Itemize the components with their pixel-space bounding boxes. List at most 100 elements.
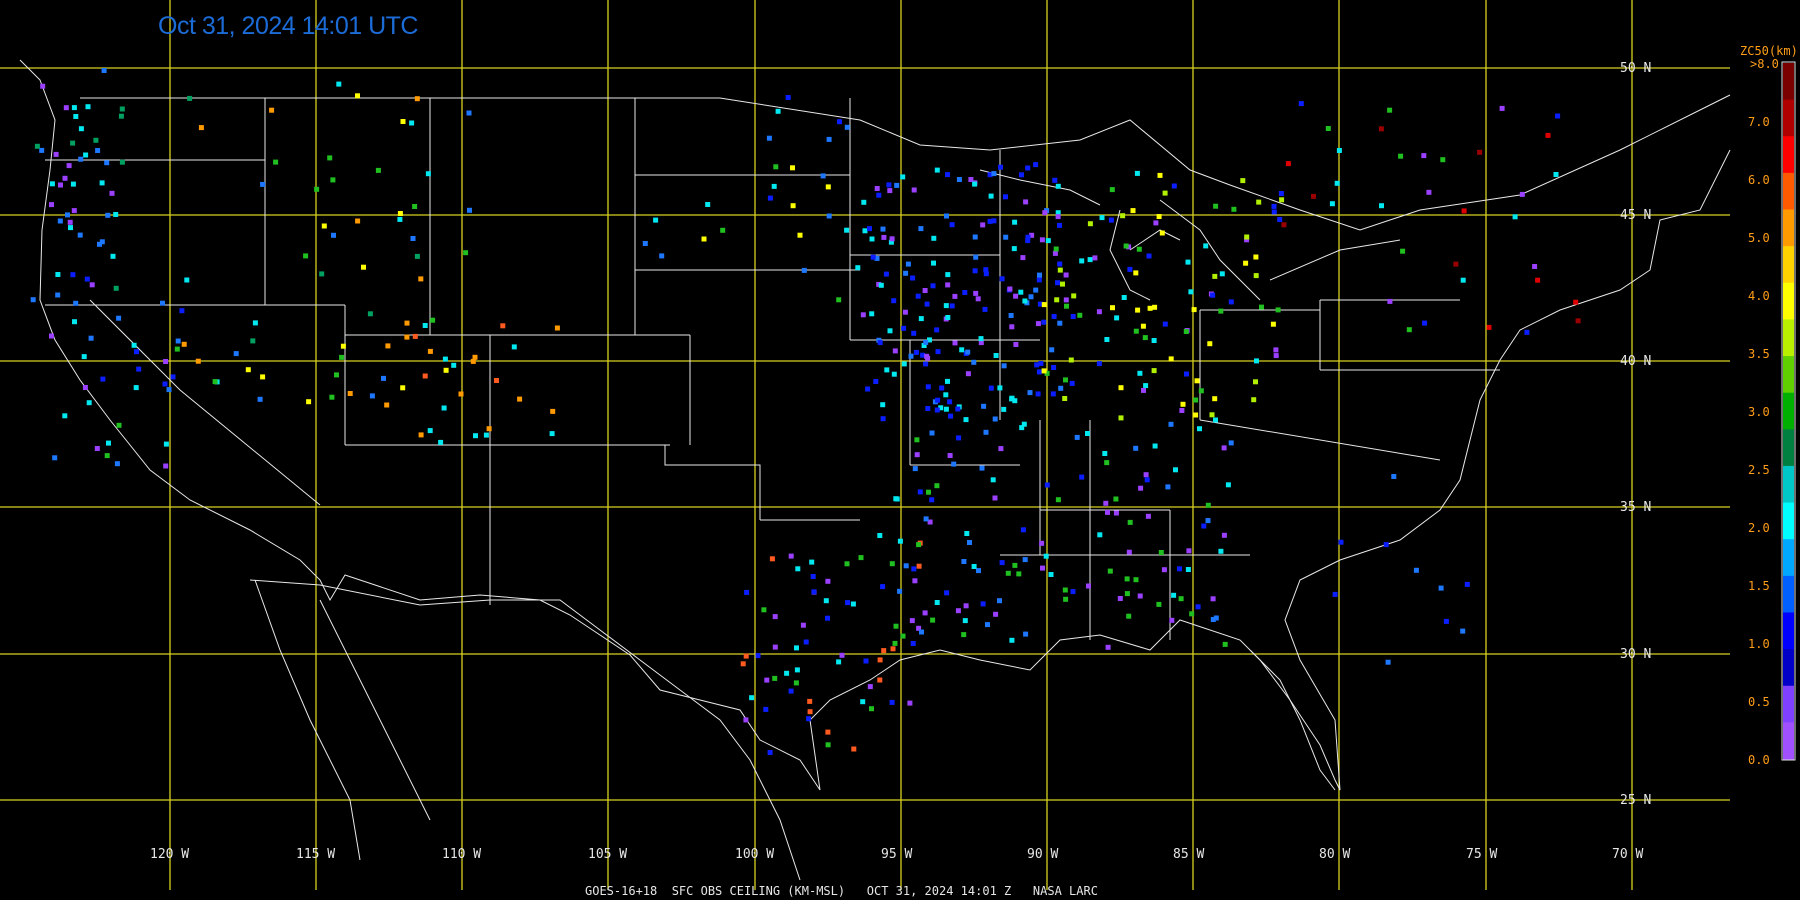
station-marker (257, 396, 263, 402)
station-marker (1338, 539, 1344, 545)
station-marker (1185, 259, 1191, 265)
station-marker (68, 225, 73, 231)
station-marker (1205, 502, 1211, 508)
station-marker (910, 275, 916, 281)
station-marker (740, 661, 746, 667)
station-marker (1018, 289, 1024, 295)
station-marker (101, 68, 107, 73)
colorbar-tick: 7.0 (1748, 115, 1770, 129)
station-marker (1253, 379, 1258, 385)
station-marker (1171, 592, 1177, 598)
station-marker (1151, 338, 1157, 343)
station-marker (999, 560, 1005, 566)
station-marker (988, 193, 994, 199)
station-marker (458, 391, 464, 397)
station-marker (944, 213, 949, 219)
station-marker (931, 235, 937, 241)
lon-label: 100 W (735, 847, 774, 862)
station-marker (1253, 254, 1259, 260)
station-marker (993, 353, 999, 358)
station-marker (642, 241, 648, 246)
station-marker (962, 290, 968, 295)
station-marker (361, 264, 366, 270)
station-marker (880, 416, 886, 422)
station-marker (806, 716, 812, 722)
station-marker (39, 147, 45, 153)
station-marker (1277, 217, 1283, 222)
station-marker (78, 156, 84, 162)
station-marker (874, 186, 880, 191)
station-marker (907, 700, 913, 706)
station-marker (1019, 425, 1025, 431)
station-marker (935, 349, 941, 355)
station-marker (1060, 281, 1065, 287)
station-marker (1039, 237, 1045, 243)
station-marker (1016, 571, 1022, 577)
station-marker (100, 376, 106, 382)
station-marker (949, 303, 955, 309)
station-marker (910, 641, 916, 646)
station-marker (961, 632, 967, 638)
station-marker (1173, 467, 1178, 473)
station-marker (414, 96, 420, 102)
station-marker (893, 623, 899, 629)
station-marker (1043, 553, 1049, 559)
station-marker (790, 165, 795, 171)
station-marker (968, 177, 974, 182)
station-marker (1185, 567, 1191, 572)
station-marker (62, 413, 68, 419)
station-marker (70, 181, 76, 187)
station-marker (1092, 255, 1098, 261)
station-marker (930, 283, 936, 289)
colorbar-segments (1783, 63, 1794, 760)
station-marker (442, 356, 448, 362)
station-marker (1035, 321, 1041, 327)
lat-label: 30 N (1620, 647, 1651, 662)
station-marker (1057, 320, 1063, 326)
station-marker (1159, 230, 1165, 236)
station-marker (1171, 183, 1177, 189)
station-marker (1512, 214, 1518, 220)
lon-label: 110 W (442, 847, 481, 862)
station-marker (860, 699, 866, 705)
station-marker (807, 709, 813, 715)
station-marker (945, 282, 951, 288)
station-marker (924, 353, 930, 359)
station-marker (923, 339, 929, 345)
station-marker (1074, 434, 1080, 440)
station-marker (381, 375, 386, 381)
station-marker (367, 311, 373, 317)
station-marker (1222, 641, 1228, 647)
station-marker (339, 354, 345, 360)
station-marker (965, 371, 971, 377)
station-marker (825, 615, 830, 621)
station-marker (1205, 518, 1211, 524)
station-marker (1085, 431, 1090, 436)
station-marker (1096, 309, 1102, 315)
station-marker (418, 276, 424, 282)
station-marker (174, 346, 180, 352)
colorbar-segment (1783, 649, 1794, 687)
station-marker (1133, 445, 1139, 451)
station-marker (820, 173, 826, 179)
station-marker (136, 366, 142, 372)
station-marker (1008, 313, 1014, 318)
station-marker (1130, 208, 1136, 214)
station-marker (881, 648, 887, 654)
station-marker (77, 232, 83, 238)
station-marker (860, 312, 866, 318)
colorbar-segment (1783, 209, 1794, 247)
station-marker (67, 219, 73, 225)
station-marker (1013, 342, 1019, 347)
station-marker (890, 646, 896, 652)
station-marker (1009, 324, 1015, 330)
station-marker (163, 359, 169, 364)
station-marker (983, 271, 989, 277)
station-marker (1055, 497, 1061, 503)
station-marker (788, 553, 794, 559)
station-marker (114, 461, 120, 467)
station-marker (1152, 443, 1158, 449)
station-marker (269, 107, 275, 113)
station-marker (511, 344, 517, 350)
station-marker (1138, 485, 1144, 491)
